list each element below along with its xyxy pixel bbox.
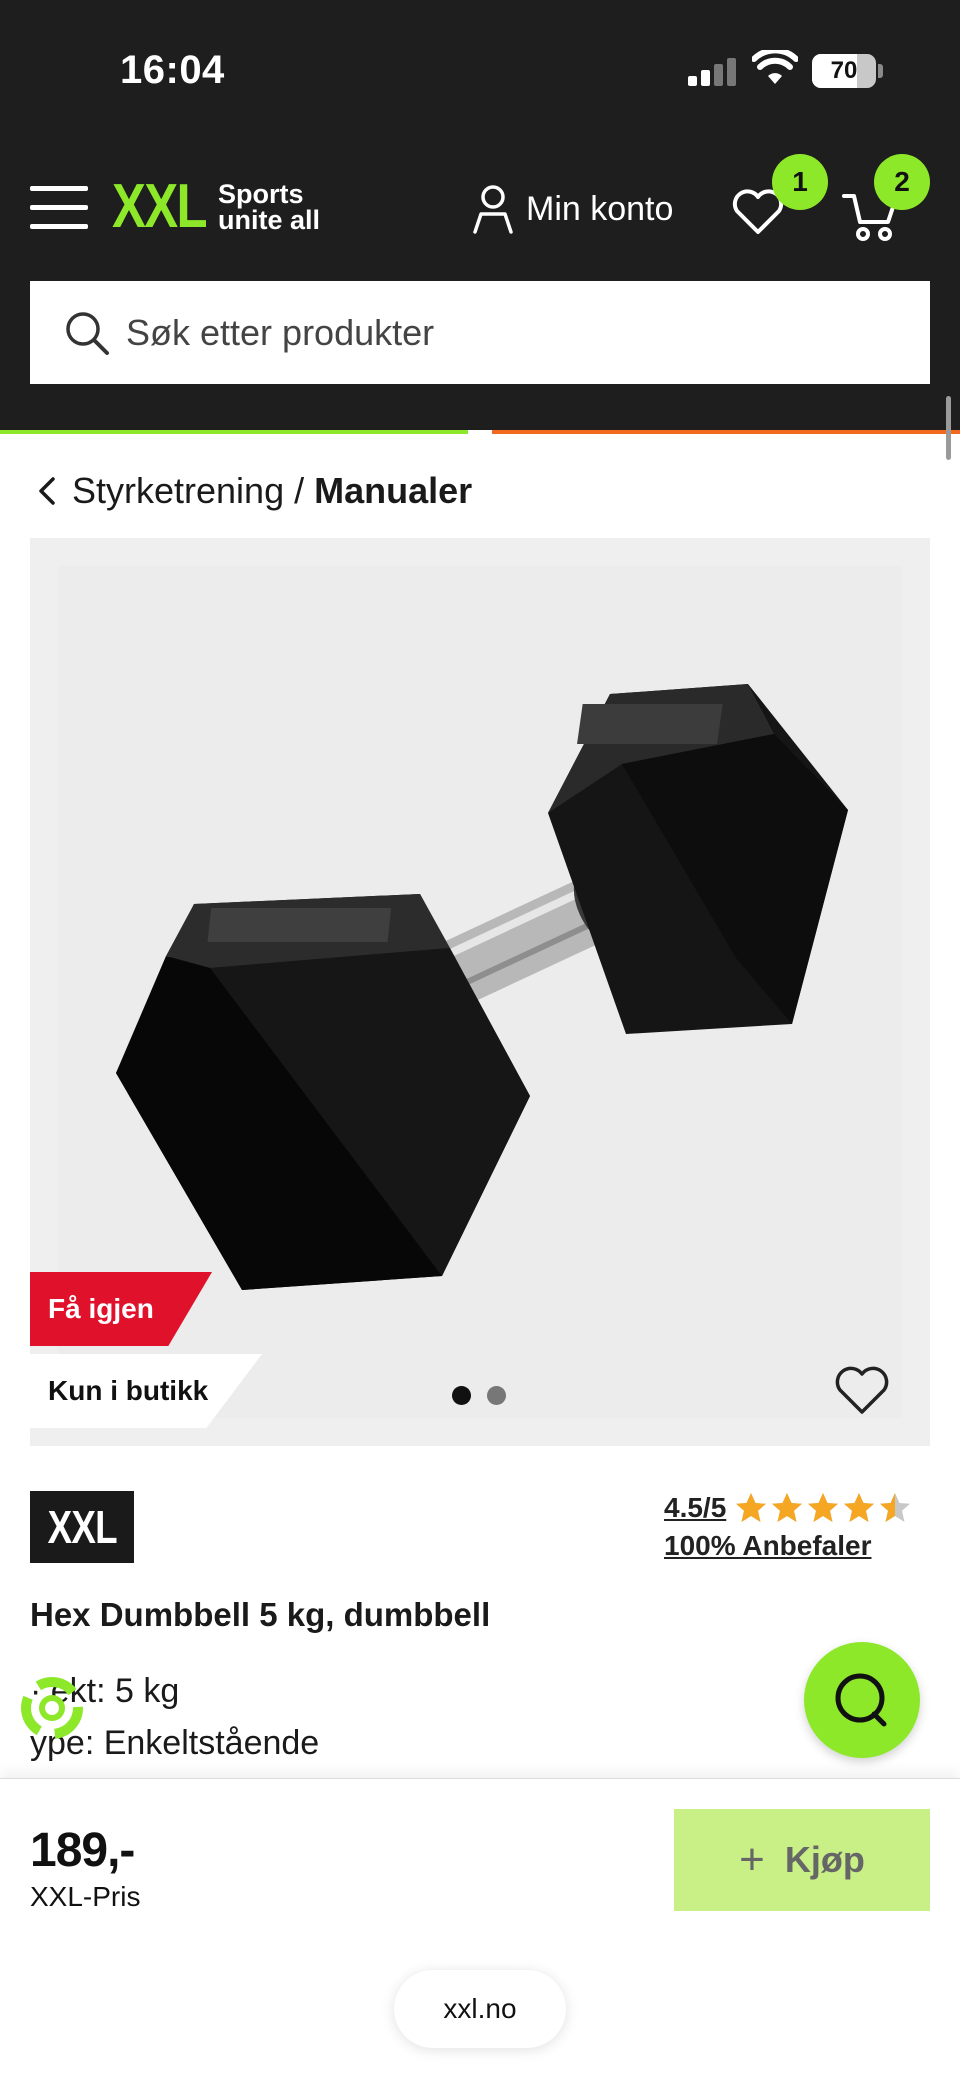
wifi-icon	[752, 50, 798, 84]
rating-score: 4.5/5	[664, 1492, 727, 1523]
breadcrumb-separator: /	[294, 470, 305, 511]
brand-logo[interactable]: XXL	[30, 1491, 134, 1563]
battery-percent: 70	[830, 57, 858, 84]
brand-name: XXL	[47, 1501, 117, 1553]
cellular-signal-icon	[688, 56, 736, 86]
breadcrumb-current: Manualer	[314, 470, 473, 511]
product-rating: 4.5/5 100% Anbefaler	[664, 1490, 934, 1562]
star-icon	[736, 1493, 767, 1522]
plus-icon: +	[739, 1835, 765, 1884]
status-time: 16:04	[120, 48, 225, 92]
wishlist-count-badge: 1	[772, 154, 828, 210]
status-bar: 16:04 70	[0, 0, 960, 140]
star-icon	[844, 1493, 875, 1522]
battery-icon: 70	[812, 54, 876, 88]
price-label: XXL-Pris	[30, 1881, 141, 1912]
chat-button[interactable]	[804, 1642, 920, 1758]
logo-tagline: Sports unite all	[218, 181, 321, 235]
star-icon	[880, 1493, 911, 1522]
site-header: XXL Sports unite all Min konto 1 2	[0, 150, 960, 270]
carousel-dot-1[interactable]	[452, 1386, 471, 1405]
product-price: 189,-	[30, 1824, 135, 1877]
accent-line-orange	[492, 430, 960, 434]
carousel-dot-2[interactable]	[487, 1386, 506, 1405]
user-icon	[473, 185, 513, 234]
image-carousel-dots	[452, 1386, 506, 1405]
cart-button[interactable]: 2	[842, 154, 930, 244]
rating-link[interactable]: 4.5/5	[664, 1490, 934, 1526]
accent-line-green	[0, 430, 468, 434]
xxl-logo[interactable]: XXL Sports unite all	[112, 172, 320, 242]
breadcrumb: Styrketrening / Manualer	[38, 466, 472, 516]
rating-stars	[734, 1491, 912, 1525]
recycle-icon[interactable]	[16, 1672, 88, 1744]
wishlist-button[interactable]: 1	[730, 154, 828, 240]
search-placeholder: Søk etter produkter	[126, 311, 435, 353]
star-icon	[808, 1493, 839, 1522]
hamburger-icon	[30, 186, 88, 191]
account-label: Min konto	[526, 189, 674, 228]
search-icon	[66, 311, 109, 355]
accent-lines	[0, 430, 960, 436]
logo-tagline-line-2: unite all	[218, 205, 321, 235]
battery-tip	[878, 64, 883, 78]
browser-url-pill[interactable]: xxl.no	[394, 1970, 566, 2048]
star-icon	[772, 1493, 803, 1522]
account-button[interactable]: Min konto	[472, 182, 673, 236]
heart-outline-icon[interactable]	[834, 1364, 890, 1416]
purchase-bar: 189,- XXL-Pris + Kjøp xxl.no	[0, 1778, 960, 2081]
recommend-link[interactable]: 100% Anbefaler	[664, 1530, 934, 1562]
chevron-left-icon[interactable]	[38, 476, 56, 506]
buy-button-label: Kjøp	[784, 1839, 865, 1880]
chat-icon	[835, 1673, 887, 1727]
logo-wordmark: XXL	[112, 172, 208, 241]
menu-button[interactable]	[30, 186, 88, 230]
cart-count-badge: 2	[874, 154, 930, 210]
breadcrumb-parent-link[interactable]: Styrketrening	[72, 470, 284, 512]
buy-button[interactable]: + Kjøp	[674, 1809, 930, 1911]
scrollbar[interactable]	[946, 396, 951, 460]
search-input[interactable]: Søk etter produkter	[30, 281, 930, 384]
product-title: Hex Dumbbell 5 kg, dumbbell	[30, 1596, 491, 1633]
